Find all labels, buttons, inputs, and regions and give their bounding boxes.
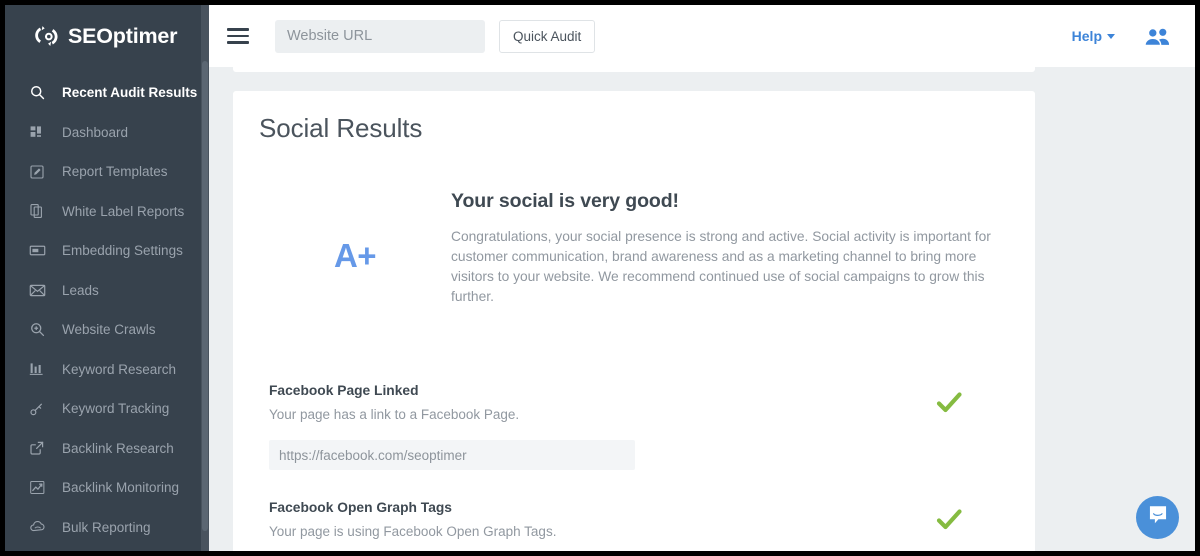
main-content: Social Results A+ Your social is very go… [209, 67, 1195, 551]
summary-text-column: Your social is very good! Congratulation… [451, 190, 1009, 307]
sidebar-nav: Recent Audit Results Dashboard [5, 67, 209, 547]
sidebar-item-bulk-reporting[interactable]: Bulk Reporting [5, 508, 209, 548]
caret-down-icon [1107, 34, 1115, 39]
check-status [889, 500, 1009, 539]
edit-square-icon [29, 163, 51, 181]
check-row-facebook-page-linked: Facebook Page Linked Your page has a lin… [259, 353, 1009, 470]
help-menu[interactable]: Help [1072, 28, 1115, 44]
brand-logo[interactable]: SEOptimer [5, 5, 209, 67]
quick-audit-button[interactable]: Quick Audit [499, 20, 595, 53]
external-link-icon [29, 439, 51, 457]
check-title: Facebook Page Linked [269, 383, 889, 398]
search-input[interactable] [275, 20, 485, 53]
sidebar-item-white-label-reports[interactable]: White Label Reports [5, 192, 209, 232]
check-details: Facebook Open Graph Tags Your page is us… [259, 500, 889, 539]
social-summary: A+ Your social is very good! Congratulat… [259, 144, 1009, 307]
check-icon [934, 504, 964, 539]
sidebar-item-label: Keyword Tracking [62, 401, 169, 416]
sidebar-scrollbar-thumb[interactable] [202, 61, 208, 531]
search-icon [29, 84, 51, 102]
intercom-launcher-button[interactable] [1136, 496, 1179, 539]
check-description: Your page has a link to a Facebook Page. [269, 407, 889, 422]
sidebar-item-label: Backlink Monitoring [62, 480, 179, 495]
line-chart-icon [29, 479, 51, 497]
sidebar-item-label: Leads [62, 283, 99, 298]
app-window: SEOptimer Recent Audit Results [5, 5, 1195, 551]
summary-heading: Your social is very good! [451, 190, 1009, 213]
previous-card-edge [233, 67, 1035, 72]
sidebar-item-label: White Label Reports [62, 204, 184, 219]
check-row-facebook-open-graph-tags: Facebook Open Graph Tags Your page is us… [259, 470, 1009, 539]
gear-refresh-icon [31, 21, 61, 51]
sidebar-item-keyword-tracking[interactable]: Keyword Tracking [5, 389, 209, 429]
cloud-icon [29, 518, 51, 536]
sidebar-item-label: Report Templates [62, 164, 168, 179]
sidebar-item-dashboard[interactable]: Dashboard [5, 113, 209, 153]
check-details: Facebook Page Linked Your page has a lin… [259, 383, 889, 470]
page-title: Social Results [259, 91, 1009, 144]
check-icon [934, 387, 964, 422]
check-status [889, 383, 1009, 422]
sidebar-item-recent-audit-results[interactable]: Recent Audit Results [5, 73, 209, 113]
sidebar-item-backlink-monitoring[interactable]: Backlink Monitoring [5, 468, 209, 508]
top-bar: Quick Audit Help [209, 5, 1195, 67]
sidebar-item-backlink-research[interactable]: Backlink Research [5, 429, 209, 469]
zoom-in-icon [29, 321, 51, 339]
check-title: Facebook Open Graph Tags [269, 500, 889, 515]
sidebar-item-label: Website Crawls [62, 322, 156, 337]
key-icon [29, 400, 51, 418]
sidebar-item-embedding-settings[interactable]: Embedding Settings [5, 231, 209, 271]
sidebar-item-leads[interactable]: Leads [5, 271, 209, 311]
social-results-card: Social Results A+ Your social is very go… [233, 91, 1035, 551]
social-grade: A+ [334, 237, 376, 275]
summary-body: Congratulations, your social presence is… [451, 227, 1009, 307]
sidebar-item-label: Backlink Research [62, 441, 174, 456]
brand-name: SEOptimer [68, 24, 177, 49]
grid-icon [29, 123, 51, 141]
sidebar: SEOptimer Recent Audit Results [5, 5, 209, 551]
sidebar-scrollbar[interactable] [201, 5, 209, 551]
sidebar-item-report-templates[interactable]: Report Templates [5, 152, 209, 192]
help-menu-label: Help [1072, 28, 1102, 44]
social-checks-list: Facebook Page Linked Your page has a lin… [259, 307, 1009, 539]
sidebar-item-label: Dashboard [62, 125, 128, 140]
chat-bubble-icon [1147, 504, 1169, 531]
envelope-icon [29, 281, 51, 299]
check-description: Your page is using Facebook Open Graph T… [269, 524, 889, 539]
sidebar-item-website-crawls[interactable]: Website Crawls [5, 310, 209, 350]
users-icon[interactable] [1143, 26, 1171, 47]
copy-icon [29, 202, 51, 220]
grade-column: A+ [259, 190, 451, 307]
sidebar-item-label: Embedding Settings [62, 243, 183, 258]
sidebar-item-label: Bulk Reporting [62, 520, 151, 535]
sidebar-item-label: Recent Audit Results [62, 85, 197, 100]
hamburger-icon[interactable] [227, 28, 249, 44]
sidebar-item-label: Keyword Research [62, 362, 176, 377]
sidebar-item-keyword-research[interactable]: Keyword Research [5, 350, 209, 390]
bar-chart-icon [29, 360, 51, 378]
facebook-page-url-value: https://facebook.com/seoptimer [269, 440, 635, 470]
embed-box-icon [29, 242, 51, 260]
topbar-right-group: Help [1072, 26, 1195, 47]
